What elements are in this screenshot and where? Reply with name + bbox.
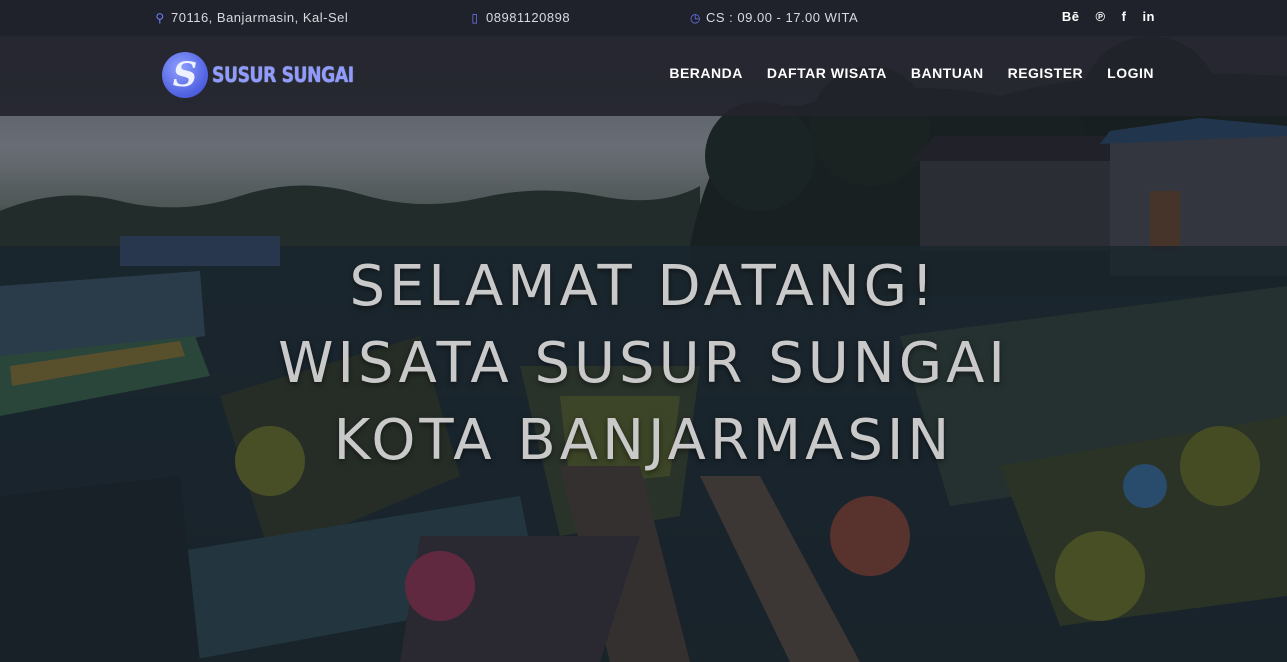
behance-icon[interactable]: Bē — [1062, 9, 1080, 24]
nav-menu: BERANDA DAFTAR WISATA BANTUAN REGISTER L… — [669, 65, 1154, 81]
hours-info: ◷ CS : 09.00 - 17.00 WITA — [690, 10, 858, 25]
nav-link-daftar-wisata[interactable]: DAFTAR WISATA — [767, 65, 887, 81]
social-links: Bē ℗ f in — [1062, 9, 1155, 24]
pinterest-icon[interactable]: ℗ — [1096, 9, 1106, 24]
address-info: ⚲ 70116, Banjarmasin, Kal-Sel — [155, 10, 348, 25]
phone-info: ▯ 08981120898 — [470, 10, 570, 25]
address-text: 70116, Banjarmasin, Kal-Sel — [171, 10, 349, 25]
nav-link-login[interactable]: LOGIN — [1107, 65, 1154, 81]
nav-link-bantuan[interactable]: BANTUAN — [911, 65, 984, 81]
facebook-icon[interactable]: f — [1122, 9, 1127, 24]
hero-headline: SELAMAT DATANG! WISATA SUSUR SUNGAI KOTA… — [0, 248, 1287, 479]
nav-link-beranda[interactable]: BERANDA — [669, 65, 743, 81]
phone-text: 08981120898 — [486, 10, 571, 25]
map-marker-icon: ⚲ — [155, 10, 165, 25]
logo-badge: S — [162, 52, 208, 98]
mobile-phone-icon: ▯ — [471, 10, 479, 25]
logo-text: SUSUR SUNGAI — [212, 63, 354, 87]
linkedin-icon[interactable]: in — [1142, 9, 1155, 24]
clock-icon: ◷ — [690, 10, 701, 25]
headline-line-3: KOTA BANJARMASIN — [333, 408, 954, 473]
headline-line-2: WISATA SUSUR SUNGAI — [278, 331, 1009, 396]
hours-text: CS : 09.00 - 17.00 WITA — [706, 10, 859, 25]
headline-line-1: SELAMAT DATANG! — [349, 254, 938, 319]
main-navbar: S SUSUR SUNGAI BERANDA DAFTAR WISATA BAN… — [0, 36, 1287, 116]
site-logo[interactable]: S SUSUR SUNGAI — [162, 52, 385, 98]
top-info-bar: ⚲ 70116, Banjarmasin, Kal-Sel ▯ 08981120… — [0, 0, 1287, 36]
nav-link-register[interactable]: REGISTER — [1008, 65, 1084, 81]
